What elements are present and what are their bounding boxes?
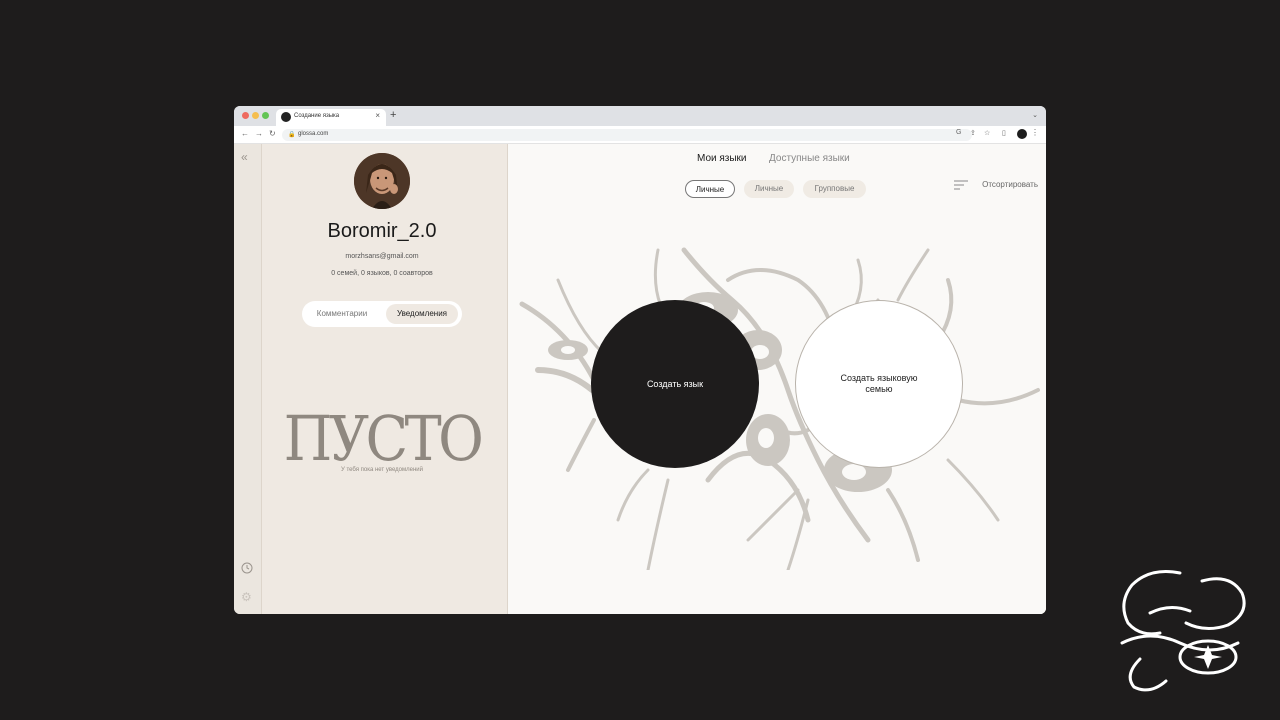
minimize-dot[interactable] [252, 112, 259, 119]
google-icon[interactable]: G [956, 129, 961, 136]
tab-available-languages[interactable]: Доступные языки [769, 153, 850, 164]
gear-icon[interactable]: ⚙ [241, 590, 252, 604]
sort-icon[interactable] [954, 179, 968, 191]
main-content: Мои языки Доступные языки Личные Личные … [508, 144, 1046, 614]
filter-personal[interactable]: Личные [744, 180, 794, 198]
tab-title: Создание языка [294, 113, 340, 119]
tab-comments[interactable]: Комментарии [306, 304, 378, 324]
sidebar-tabs: Комментарии Уведомления [302, 301, 462, 327]
avatar[interactable] [354, 153, 410, 209]
browser-toolbar: ← → ↻ 🔒 glossa.com G ⇪ ☆ ▯ ⋮ [234, 126, 1046, 144]
address-bar[interactable]: 🔒 glossa.com [282, 129, 972, 141]
empty-state-text: У тебя пока нет уведомлений [340, 467, 423, 473]
username: Boromir_2.0 [327, 220, 437, 242]
sort-button[interactable]: Отсортировать [982, 180, 1038, 189]
chevrons-left-icon[interactable]: « [241, 150, 248, 164]
browser-menu-icon[interactable]: ⋮ [1031, 128, 1039, 137]
browser-window: Создание языка × + ⌄ ← → ↻ 🔒 glossa.com … [234, 106, 1046, 614]
reload-icon[interactable]: ↻ [269, 129, 276, 138]
user-email: morzhsans@gmail.com [345, 253, 419, 260]
empty-state-title: ПУСТО [283, 402, 484, 475]
filter-personal-active[interactable]: Личные [685, 180, 735, 198]
close-dot[interactable] [242, 112, 249, 119]
icon-rail: « ⚙ [234, 144, 262, 614]
star-icon[interactable]: ☆ [984, 129, 990, 137]
site-favicon-icon [281, 112, 291, 122]
forward-icon[interactable]: → [255, 129, 263, 138]
share-icon[interactable]: ⇪ [970, 129, 976, 137]
create-family-button[interactable]: Создать языковую семью [795, 300, 963, 468]
tab-close-icon[interactable]: × [375, 111, 380, 120]
browser-tabbar: Создание языка × + ⌄ [234, 106, 1046, 126]
new-tab-icon[interactable]: + [390, 109, 396, 121]
create-language-button[interactable]: Создать язык [591, 300, 759, 468]
profile-sidebar: Boromir_2.0 morzhsans@gmail.com 0 семей,… [262, 144, 508, 614]
url-text: glossa.com [298, 131, 329, 137]
filter-group[interactable]: Групповые [803, 180, 866, 198]
browser-tab[interactable]: Создание языка × [276, 109, 386, 126]
browser-profile-avatar[interactable] [1017, 129, 1027, 139]
user-stats: 0 семей, 0 языков, 0 соавторов [331, 270, 433, 277]
tab-menu-icon[interactable]: ⌄ [1032, 111, 1038, 119]
lock-icon: 🔒 [288, 132, 296, 138]
tab-notifications[interactable]: Уведомления [386, 304, 458, 324]
tab-my-languages[interactable]: Мои языки [697, 153, 747, 164]
sidebar-toggle-icon[interactable]: ▯ [1002, 129, 1006, 137]
clock-icon[interactable] [241, 562, 253, 574]
network-decoration [519, 247, 1040, 570]
brand-logo [1120, 570, 1246, 692]
maximize-dot[interactable] [262, 112, 269, 119]
create-family-label: Создать языковую семью [840, 373, 918, 394]
back-icon[interactable]: ← [241, 129, 249, 138]
bottom-fade [508, 574, 1046, 614]
create-language-label: Создать язык [646, 379, 704, 389]
